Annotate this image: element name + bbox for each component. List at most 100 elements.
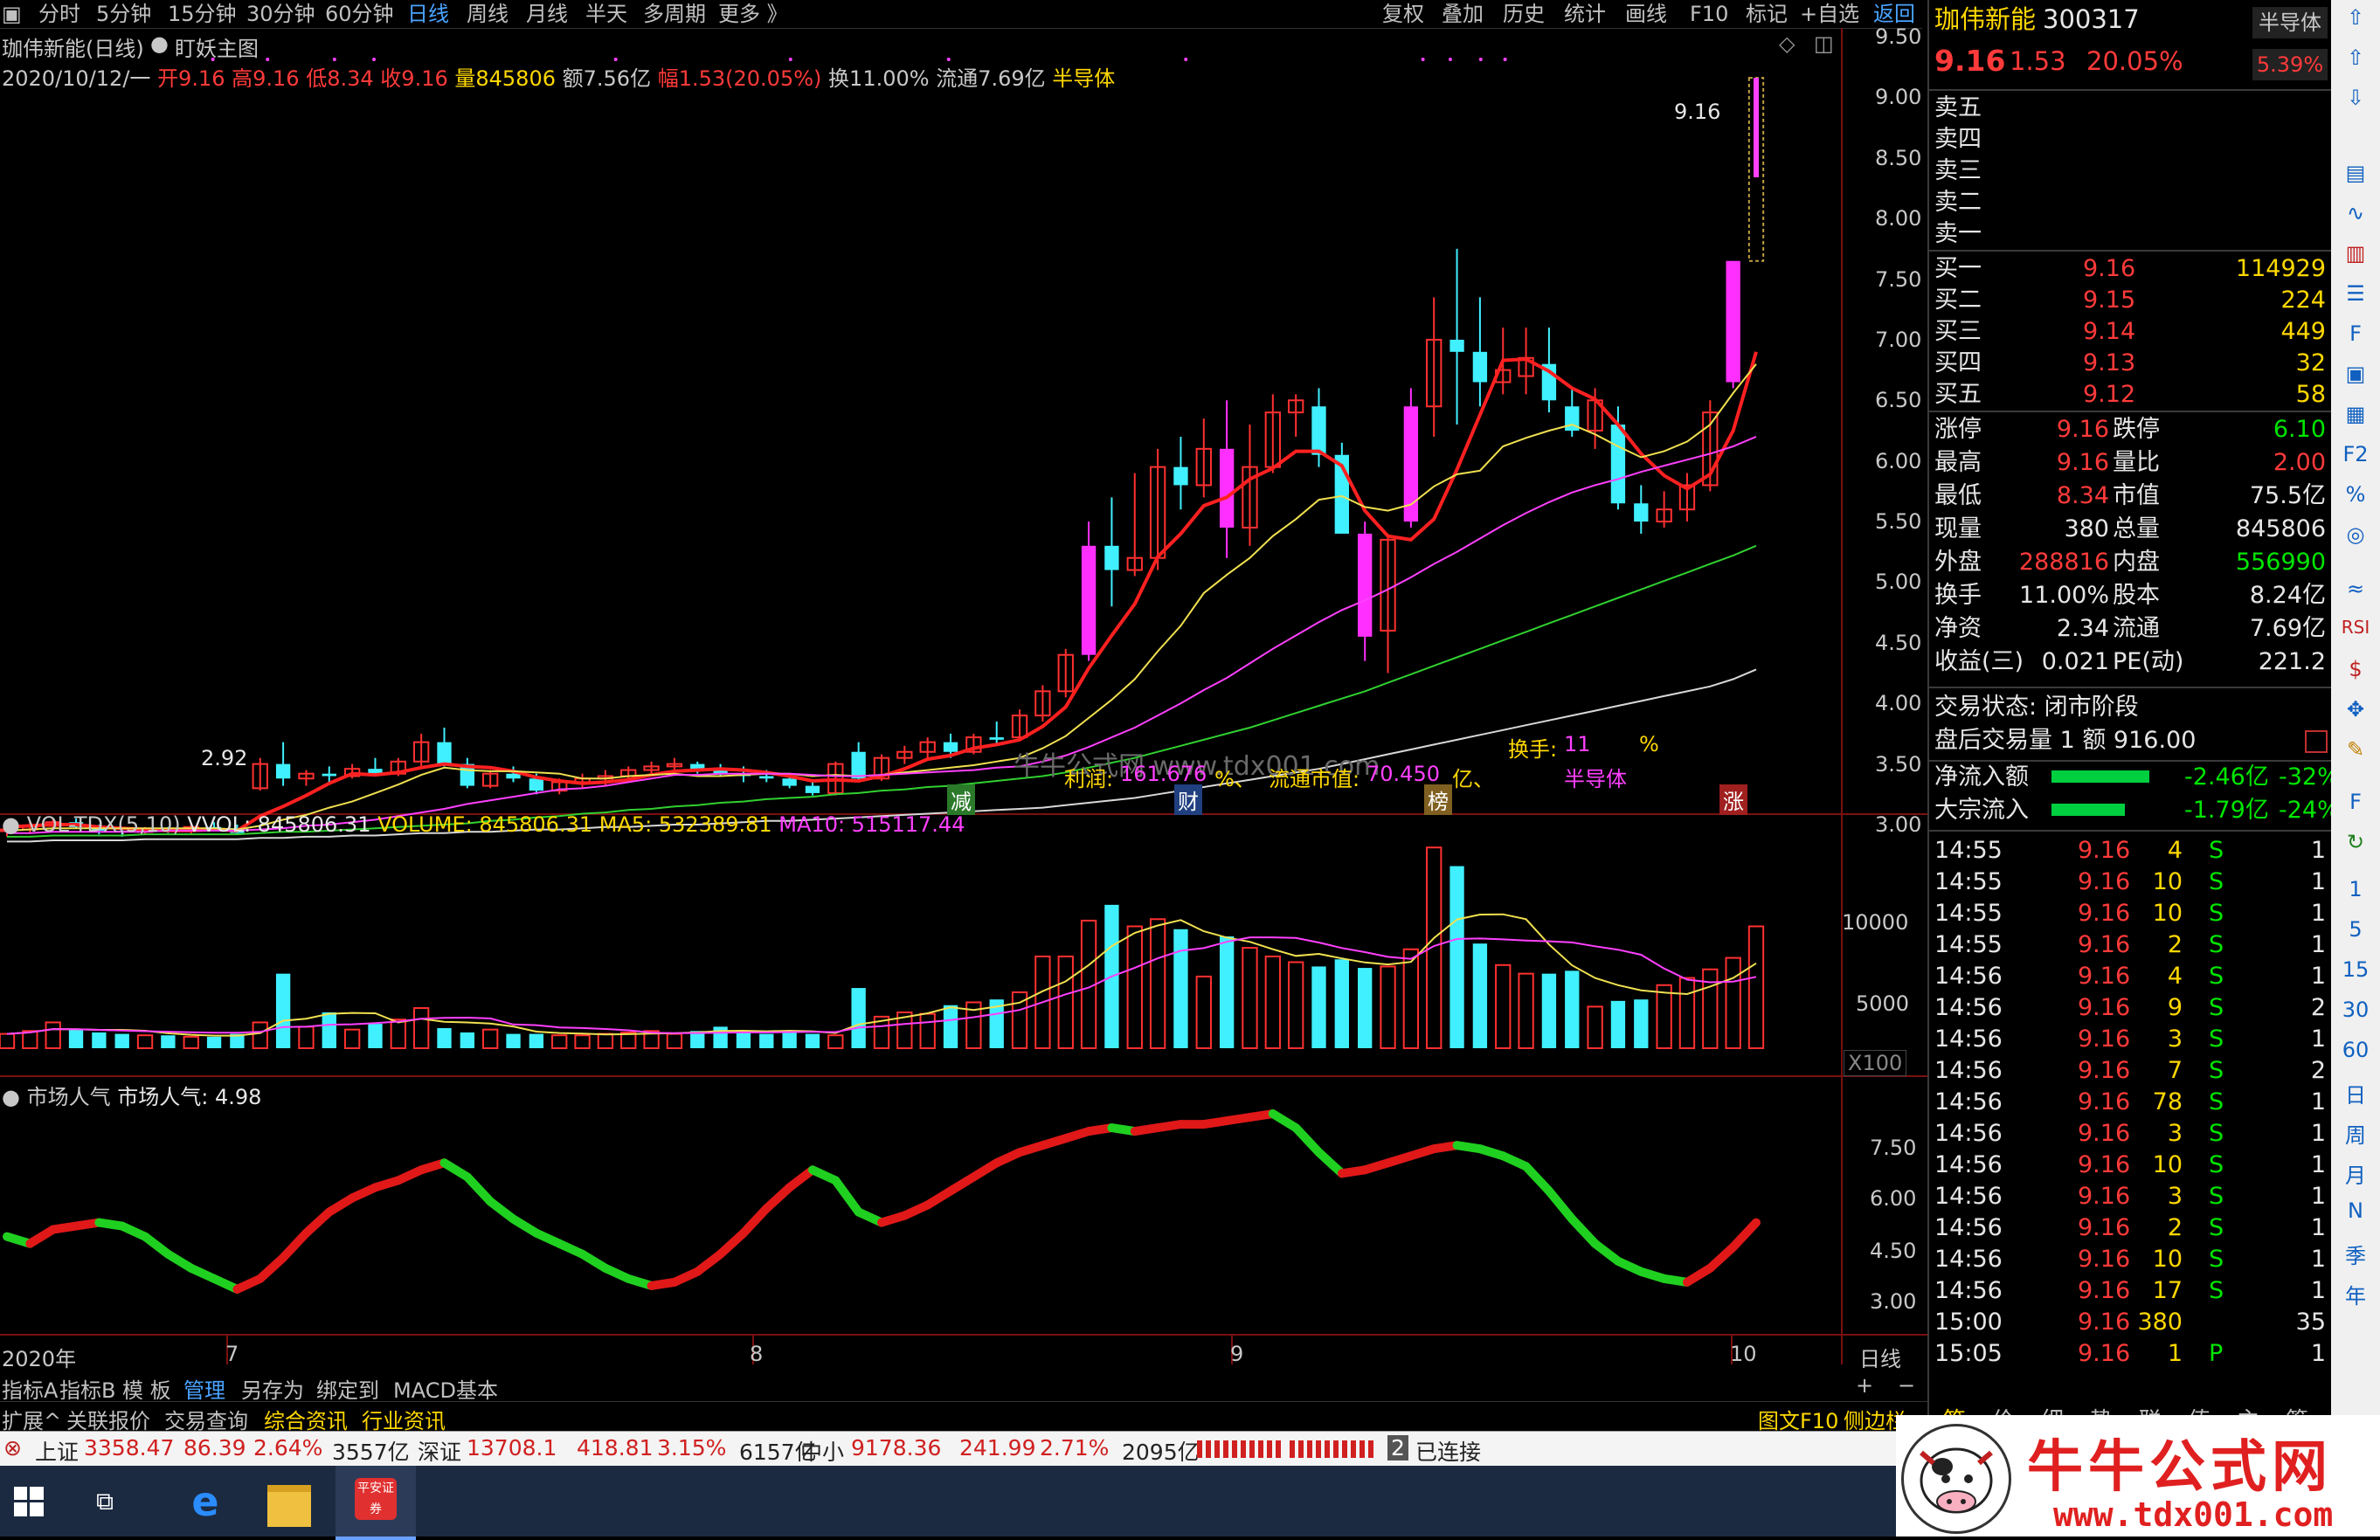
f2-icon[interactable]: F2	[2336, 442, 2375, 477]
btn-add-favorite[interactable]: +自选	[1800, 2, 1859, 26]
pencil-icon[interactable]: ✎	[2336, 737, 2375, 772]
marker-reduce[interactable]: 减	[947, 784, 975, 815]
period-day[interactable]: 日	[2336, 1078, 2375, 1113]
tick-price: 9.16	[2078, 900, 2131, 927]
period-60[interactable]: 60	[2336, 1038, 2375, 1073]
f10-icon[interactable]: F	[2336, 321, 2375, 356]
tab-manage[interactable]: 管理	[183, 1373, 225, 1404]
period-1[interactable]: 1	[2336, 877, 2375, 912]
volume-title[interactable]: VOL-TDX(5,10)	[27, 812, 181, 837]
period-year[interactable]: 年	[2336, 1279, 2375, 1314]
tab-indicator-b[interactable]: 指标B	[59, 1373, 115, 1404]
zoom-in-button[interactable]: +	[1856, 1373, 1873, 1398]
sell-row[interactable]: 卖四	[1929, 124, 2331, 155]
buy-row[interactable]: 买一 9.16 114929	[1929, 253, 2331, 285]
sell-row[interactable]: 卖三	[1929, 155, 2331, 187]
money-icon[interactable]: $	[2336, 657, 2375, 692]
tab-expand[interactable]: 扩展^	[2, 1404, 61, 1434]
zx-index-label[interactable]: 中小	[800, 1435, 844, 1467]
btn-mark[interactable]: 标记	[1746, 2, 1788, 26]
edge-browser-icon[interactable]: e	[183, 1480, 227, 1523]
rsi-icon[interactable]: RSI	[2336, 617, 2375, 652]
period-season[interactable]: 季	[2336, 1239, 2375, 1274]
tab-trade-query[interactable]: 交易查询	[164, 1404, 248, 1434]
tab-30min[interactable]: 30分钟	[246, 2, 315, 26]
btn-fuquan[interactable]: 复权	[1382, 2, 1424, 26]
percent-icon[interactable]: %	[2336, 482, 2375, 517]
sector-button[interactable]: 半导体	[2252, 7, 2328, 38]
marker-finance[interactable]: 财	[1174, 784, 1202, 815]
kline-chart-area[interactable]: 珈伟新能(日线) ● 盯妖主图 ◇ ◫ 2020/10/12/一 开9.16 高…	[0, 28, 1927, 1373]
volume-bar	[1173, 929, 1188, 1048]
tab-related-quote[interactable]: 关联报价	[66, 1404, 150, 1434]
refresh-icon[interactable]: ↻	[2336, 830, 2375, 865]
line-chart-icon[interactable]: ∿	[2336, 201, 2375, 236]
wave-icon[interactable]: ≈	[2336, 577, 2375, 611]
buy-row[interactable]: 买五 9.12 58	[1929, 379, 2331, 411]
period-5[interactable]: 5	[2336, 917, 2375, 952]
tab-daily[interactable]: 日线	[407, 2, 449, 26]
alert-icon[interactable]: ⊗	[3, 1435, 22, 1461]
windows-start-icon[interactable]	[14, 1487, 44, 1516]
period-week[interactable]: 周	[2336, 1118, 2375, 1153]
arrow-up-icon[interactable]: ⇧	[2336, 5, 2375, 40]
marker-billboard[interactable]: 榜	[1424, 784, 1452, 815]
tab-save-as[interactable]: 另存为	[241, 1373, 304, 1404]
list-icon[interactable]: ☰	[2336, 281, 2375, 316]
indicator-title[interactable]: 市场人气	[27, 1085, 111, 1109]
taskbar-app-slot[interactable]: 平安证券	[336, 1466, 416, 1540]
period-n[interactable]: N	[2336, 1198, 2375, 1233]
buy-row[interactable]: 买三 9.14 449	[1929, 316, 2331, 348]
buy-row[interactable]: 买四 9.13 32	[1929, 348, 2331, 379]
tab-bind-to[interactable]: 绑定到	[316, 1373, 379, 1404]
connection-status[interactable]: 已连接	[1415, 1435, 1481, 1467]
tab-more[interactable]: 更多 》	[718, 2, 788, 26]
tab-60min[interactable]: 60分钟	[325, 2, 394, 26]
tab-macd-basic[interactable]: MACD基本	[393, 1373, 498, 1404]
tab-fenshi[interactable]: 分时	[38, 2, 80, 26]
indicator-dot-icon[interactable]: ●	[2, 1085, 20, 1109]
fs-icon[interactable]: F	[2336, 790, 2375, 825]
chart-icon[interactable]	[2305, 730, 2328, 753]
info-icon[interactable]: ▣	[2336, 362, 2375, 397]
sh-index-label[interactable]: 上证	[35, 1435, 79, 1467]
pingan-app-icon[interactable]: 平安证券	[355, 1478, 397, 1520]
tab-indicator-a[interactable]: 指标A	[2, 1373, 58, 1404]
sell-row[interactable]: 卖二	[1929, 187, 2331, 218]
sell-row[interactable]: 卖五	[1929, 93, 2331, 124]
btn-overlay[interactable]: 叠加	[1442, 2, 1484, 26]
btn-stats[interactable]: 统计	[1564, 2, 1606, 26]
buy-row[interactable]: 买二 9.15 224	[1929, 285, 2331, 316]
tab-template[interactable]: 模 板	[122, 1373, 171, 1404]
btn-f10[interactable]: F10	[1690, 2, 1728, 26]
tab-5min[interactable]: 5分钟	[96, 2, 151, 26]
tab-industry-news[interactable]: 行业资讯	[362, 1404, 446, 1434]
tab-halfday[interactable]: 半天	[585, 2, 627, 26]
tab-f10-graphic[interactable]: 图文F10	[1758, 1404, 1838, 1434]
tab-multi-period[interactable]: 多周期	[643, 2, 706, 26]
btn-draw[interactable]: 画线	[1625, 2, 1667, 26]
sz-index-label[interactable]: 深证	[418, 1435, 461, 1467]
task-view-icon[interactable]: ⧉	[96, 1487, 131, 1516]
move-icon[interactable]: ✥	[2336, 697, 2375, 732]
marker-limitup[interactable]: 涨	[1719, 784, 1747, 815]
tab-news[interactable]: 综合资讯	[264, 1404, 348, 1434]
circle-icon[interactable]: ◎	[2336, 522, 2375, 557]
tab-monthly[interactable]: 月线	[526, 2, 568, 26]
arrow-up2-icon[interactable]: ⇧	[2336, 45, 2375, 80]
btn-history[interactable]: 历史	[1503, 2, 1545, 26]
tab-15min[interactable]: 15分钟	[168, 2, 237, 26]
doc-icon[interactable]: ▦	[2336, 402, 2375, 437]
file-explorer-icon[interactable]	[267, 1485, 311, 1527]
table-icon[interactable]: ▤	[2336, 161, 2375, 196]
toolbar-menu-icon[interactable]: ▣	[2, 2, 22, 26]
sell-row[interactable]: 卖一	[1929, 218, 2331, 250]
tab-weekly[interactable]: 周线	[467, 2, 509, 26]
period-15[interactable]: 15	[2336, 957, 2375, 992]
volume-dot-icon[interactable]: ●	[2, 812, 20, 837]
period-month[interactable]: 月	[2336, 1158, 2375, 1193]
candle-icon[interactable]: ▥	[2336, 241, 2375, 276]
zoom-out-button[interactable]: −	[1898, 1373, 1915, 1398]
arrow-down-icon[interactable]: ⇩	[2336, 86, 2375, 121]
period-30[interactable]: 30	[2336, 998, 2375, 1032]
